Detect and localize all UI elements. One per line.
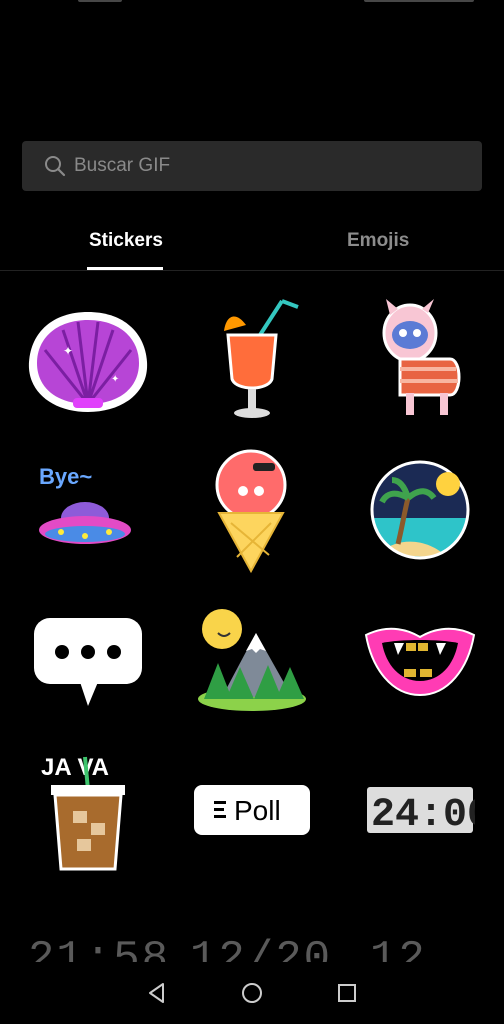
search-input[interactable] [72, 154, 456, 178]
sticker-cocktail[interactable] [168, 285, 336, 435]
sticker-beach[interactable] [336, 435, 504, 585]
poll-sticker: Poll [194, 785, 310, 835]
icecream-icon [215, 449, 287, 574]
partial-sticker-3[interactable]: 12 23 [370, 934, 504, 962]
ufo-icon: Bye~ [39, 464, 131, 544]
active-tab-indicator [87, 267, 163, 270]
system-nav-bar [0, 962, 504, 1024]
back-icon[interactable] [145, 981, 169, 1005]
seashell-icon: ✦ ✦ [28, 312, 148, 412]
tab-bar: Stickers Emojis [0, 222, 504, 271]
sticker-lips-teeth[interactable] [336, 585, 504, 735]
iced-coffee-icon: JA VA [41, 754, 125, 871]
home-icon[interactable] [240, 981, 264, 1005]
status-bar [0, 0, 504, 6]
poll-label: Poll [234, 795, 281, 826]
svg-text:✦: ✦ [63, 344, 73, 358]
java-text: JA VA [41, 754, 109, 781]
recents-icon[interactable] [335, 981, 359, 1005]
sticker-typing-bubble[interactable] [4, 585, 172, 735]
sticker-icecream[interactable] [168, 435, 336, 585]
status-bar-right [364, 0, 474, 2]
cocktail-icon [224, 299, 299, 418]
sticker-poll[interactable]: Poll [168, 735, 336, 885]
search-icon [45, 156, 66, 177]
partial-sticker-row: 21:58 12/20 12 23 [0, 928, 504, 962]
partial-sticker-1[interactable]: 21:58 [28, 934, 170, 962]
clock-text: 24:00 [371, 793, 475, 835]
bye-text: Bye~ [39, 464, 92, 489]
lips-icon [364, 627, 476, 697]
beach-icon [370, 460, 470, 560]
svg-text:✦: ✦ [111, 374, 119, 385]
llama-icon [382, 299, 461, 415]
search-bar[interactable] [22, 141, 482, 191]
status-bar-left [78, 0, 122, 2]
tab-emojis[interactable]: Emojis [347, 230, 409, 252]
sticker-llama[interactable] [336, 285, 504, 435]
flip-clock-icon: 24:00 [367, 787, 475, 835]
tab-stickers[interactable]: Stickers [89, 230, 163, 252]
sticker-ufo-bye[interactable]: Bye~ [4, 435, 172, 585]
sticker-java-coffee[interactable]: JA VA [4, 735, 172, 885]
partial-sticker-2[interactable]: 12/20 [190, 934, 332, 962]
sticker-seashell[interactable]: ✦ ✦ [4, 285, 172, 435]
chat-bubble-icon [34, 618, 142, 706]
mountain-icon [198, 609, 306, 711]
sticker-clock[interactable]: 24:00 [336, 735, 504, 885]
sticker-mountains[interactable] [168, 585, 336, 735]
